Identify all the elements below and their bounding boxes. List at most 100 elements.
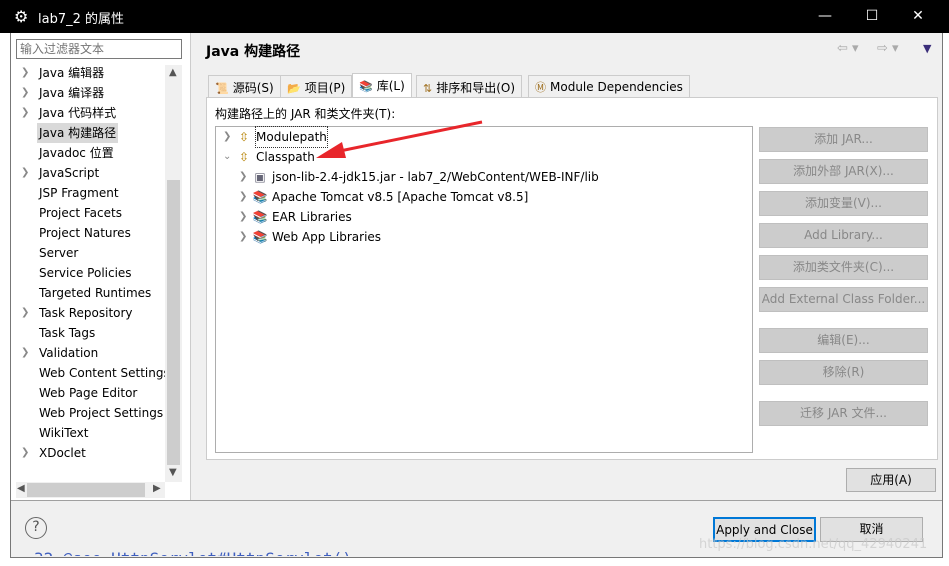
tab-label: Module Dependencies <box>550 80 683 94</box>
scroll-thumb[interactable] <box>167 180 180 465</box>
sidebar-item[interactable]: WikiText <box>11 423 171 443</box>
tab-module[interactable]: Ⓜ Module Dependencies <box>528 75 690 98</box>
maximize-button[interactable]: ☐ <box>857 5 887 27</box>
side-button[interactable]: 移除(R) <box>759 360 928 385</box>
sidebar-item[interactable]: ❯ JavaScript <box>11 163 171 183</box>
side-button[interactable]: 添加 JAR... <box>759 127 928 152</box>
sidebar-item[interactable]: Project Natures <box>11 223 171 243</box>
sidebar-item-label: Web Content Settings <box>39 366 170 380</box>
tab-order-export[interactable]: ⇅ 排序和导出(O) <box>416 75 523 98</box>
title-bar: ⚙ lab7_2 的属性 — ☐ ✕ <box>0 0 949 33</box>
back-arrow-icon[interactable]: ⇦ ▾ <box>837 41 859 56</box>
sidebar-item[interactable]: Web Content Settings <box>11 363 171 383</box>
sidebar-item-label: JavaScript <box>39 166 100 180</box>
scroll-down-icon[interactable]: ▼ <box>169 467 177 478</box>
tree-node[interactable]: ❯ ▣ json-lib-2.4-jdk15.jar - lab7_2/WebCon… <box>216 167 746 187</box>
side-button[interactable]: Add External Class Folder... <box>759 287 928 312</box>
close-button[interactable]: ✕ <box>903 5 933 27</box>
filter-input[interactable] <box>16 39 182 59</box>
sidebar-item[interactable]: ❯ XDoclet <box>11 443 171 463</box>
chevron-right-icon[interactable]: ❯ <box>21 443 29 463</box>
sidebar-item[interactable]: ❯ Task Repository <box>11 303 171 323</box>
sidebar-item-label: Validation <box>39 346 99 360</box>
side-button[interactable]: 迁移 JAR 文件... <box>759 401 928 426</box>
side-button[interactable]: 添加类文件夹(C)... <box>759 255 928 280</box>
side-button[interactable]: 添加变量(V)... <box>759 191 928 216</box>
sidebar-item[interactable]: Server <box>11 243 171 263</box>
tree-node[interactable]: ❯ 📚 EAR Libraries <box>216 207 746 227</box>
sidebar-item-label: Java 构建路径 <box>37 123 119 143</box>
chevron-right-icon[interactable]: ❯ <box>21 103 29 123</box>
sidebar-item[interactable]: Web Project Settings <box>11 403 171 423</box>
sidebar-item[interactable]: Task Tags <box>11 323 171 343</box>
sidebar-item[interactable]: Javadoc 位置 <box>11 143 171 163</box>
sidebar-item[interactable]: ❯ Java 编译器 <box>11 83 171 103</box>
chevron-down-icon[interactable]: ⌄ <box>223 147 231 167</box>
annotation-arrow <box>316 120 483 158</box>
properties-dialog: ❯ Java 编辑器 ❯ Java 编译器 ❯ Java 代码样式 Java 构建路径 Jav… <box>10 33 943 558</box>
chevron-right-icon[interactable]: ❯ <box>21 343 29 363</box>
sidebar-horizontal-scrollbar[interactable]: ◀ ▶ <box>16 482 165 498</box>
module-icon: Ⓜ <box>535 81 546 94</box>
tab-folder[interactable]: 📂 项目(P) <box>280 75 353 98</box>
view-menu-icon[interactable]: ▼ <box>923 42 931 55</box>
sidebar-item[interactable]: Project Facets <box>11 203 171 223</box>
scroll-up-icon[interactable]: ▲ <box>169 67 177 78</box>
help-icon[interactable]: ? <box>25 517 47 539</box>
side-button[interactable]: 添加外部 JAR(X)... <box>759 159 928 184</box>
sidebar-item-label: XDoclet <box>39 446 86 460</box>
chevron-right-icon[interactable]: ❯ <box>239 167 247 187</box>
sidebar-item[interactable]: ❯ Java 代码样式 <box>11 103 171 123</box>
chevron-right-icon[interactable]: ❯ <box>21 83 29 103</box>
sidebar-item[interactable]: Java 构建路径 <box>11 123 171 143</box>
chevron-right-icon[interactable]: ❯ <box>21 163 29 183</box>
source-icon: 📜 <box>215 82 229 95</box>
sidebar-item-label: WikiText <box>39 426 89 440</box>
chevron-right-icon[interactable]: ❯ <box>239 227 247 247</box>
tab-label: 排序和导出(O) <box>436 81 516 95</box>
path-icon: ⇳ <box>238 150 250 164</box>
sidebar-item-label: Task Repository <box>39 306 133 320</box>
path-icon: ⇳ <box>238 130 250 144</box>
scroll-thumb[interactable] <box>27 483 145 497</box>
chevron-right-icon[interactable]: ❯ <box>223 127 231 147</box>
folder-icon: 📂 <box>287 82 301 95</box>
sidebar-item[interactable]: Targeted Runtimes <box>11 283 171 303</box>
build-path-tree[interactable]: ❯ ⇳ Modulepath ⌄ ⇳ Classpath ❯ ▣ json-lib-2.4-jd… <box>215 126 753 453</box>
tree-node[interactable]: ❯ 📚 Web App Libraries <box>216 227 746 247</box>
tab-label: 库(L) <box>376 79 405 93</box>
scroll-right-icon[interactable]: ▶ <box>153 483 161 494</box>
sidebar-item-label: Java 代码样式 <box>39 106 117 120</box>
sidebar-item-label: JSP Fragment <box>39 186 119 200</box>
tree-node-label: Apache Tomcat v8.5 [Apache Tomcat v8.5] <box>272 190 529 204</box>
sidebar-vertical-scrollbar[interactable]: ▲ ▼ <box>165 65 182 482</box>
sidebar-item[interactable]: ❯ Java 编辑器 <box>11 63 171 83</box>
library-icon: 📚 <box>252 230 268 244</box>
tab-label: 源码(S) <box>232 81 274 95</box>
sidebar-item[interactable]: JSP Fragment <box>11 183 171 203</box>
order-export-icon: ⇅ <box>423 82 433 95</box>
sidebar-item[interactable]: ❯ Validation <box>11 343 171 363</box>
tree-node[interactable]: ❯ 📚 Apache Tomcat v8.5 [Apache Tomcat v8.5… <box>216 187 746 207</box>
tab-library[interactable]: 📚 库(L) <box>352 73 412 99</box>
chevron-right-icon[interactable]: ❯ <box>21 303 29 323</box>
apply-button[interactable]: 应用(A) <box>846 468 936 492</box>
tab-source[interactable]: 📜 源码(S) <box>208 75 281 98</box>
library-icon: 📚 <box>252 210 268 224</box>
side-button[interactable]: Add Library... <box>759 223 928 248</box>
chevron-right-icon[interactable]: ❯ <box>239 207 247 227</box>
sidebar-item[interactable]: Service Policies <box>11 263 171 283</box>
sidebar-item-label: Web Project Settings <box>39 406 164 420</box>
sidebar-item-label: Server <box>39 246 79 260</box>
chevron-right-icon[interactable]: ❯ <box>21 63 29 83</box>
sidebar-item[interactable]: Web Page Editor <box>11 383 171 403</box>
jar-icon: ▣ <box>254 170 266 184</box>
tab-label: 项目(P) <box>304 81 346 95</box>
sidebar-item-label: Service Policies <box>39 266 132 280</box>
chevron-right-icon[interactable]: ❯ <box>239 187 247 207</box>
minimize-button[interactable]: — <box>810 5 840 27</box>
side-button[interactable]: 编辑(E)... <box>759 328 928 353</box>
eclipse-gear-icon: ⚙ <box>14 7 29 26</box>
scroll-left-icon[interactable]: ◀ <box>17 483 25 494</box>
forward-arrow-icon[interactable]: ⇨ ▾ <box>877 41 899 56</box>
